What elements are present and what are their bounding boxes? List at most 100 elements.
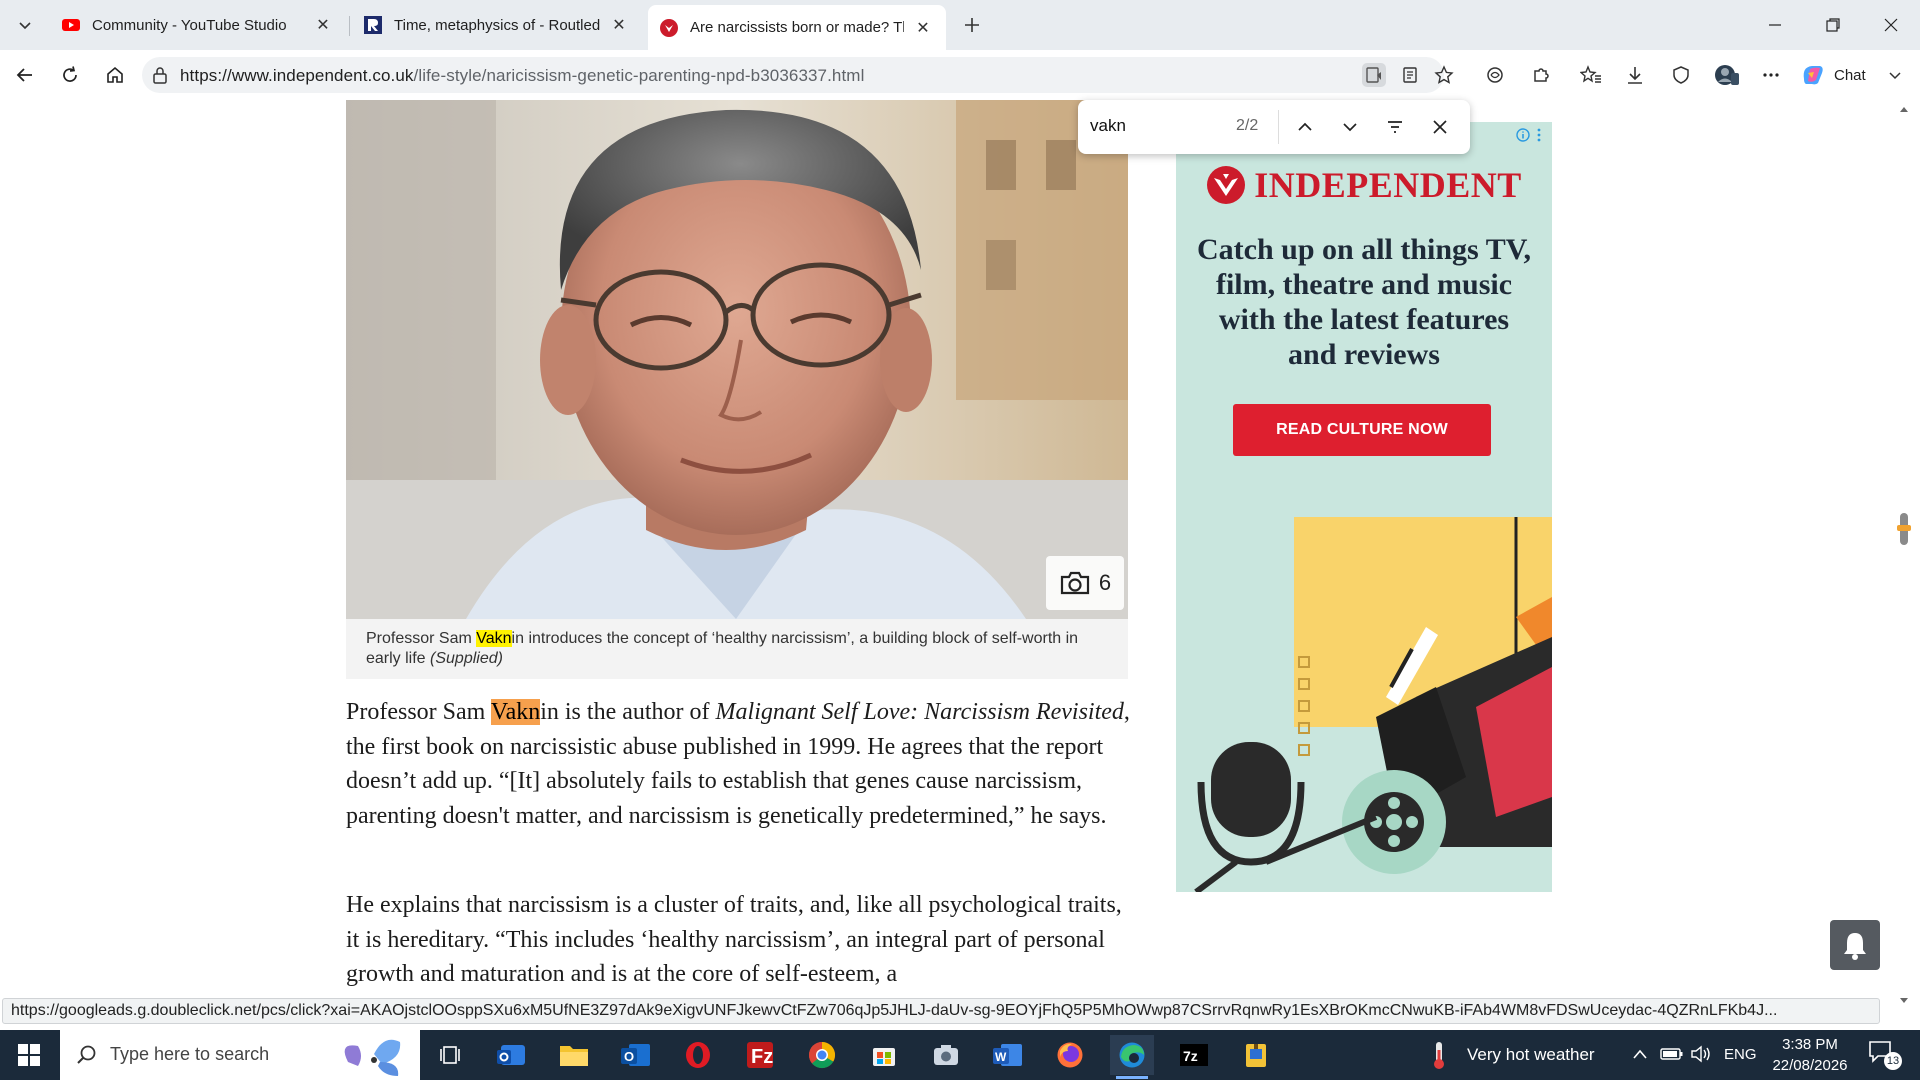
tab-title: Are narcissists born or made? The bbox=[690, 19, 904, 36]
taskbar-microsoft-store[interactable] bbox=[862, 1035, 906, 1075]
taskbar-outlook-new[interactable] bbox=[490, 1035, 534, 1075]
taskbar-edge[interactable] bbox=[1110, 1035, 1154, 1079]
notification-count-badge: 13 bbox=[1884, 1052, 1902, 1070]
system-clock[interactable]: 3:38 PM 22/08/2026 bbox=[1760, 1034, 1860, 1076]
read-aloud-button[interactable] bbox=[1362, 63, 1386, 87]
tab-independent[interactable]: Are narcissists born or made? The ✕ bbox=[648, 5, 946, 50]
chat-label: Chat bbox=[1834, 66, 1866, 84]
new-tab-button[interactable] bbox=[957, 10, 987, 40]
copilot-vision-button[interactable] bbox=[1480, 60, 1510, 90]
youtube-icon bbox=[62, 19, 80, 31]
search-icon bbox=[77, 1045, 96, 1064]
chevron-up-icon bbox=[1298, 122, 1312, 131]
find-on-page-bar: vakn 2/2 bbox=[1078, 100, 1470, 154]
chevron-down-icon bbox=[19, 22, 31, 30]
taskbar-chrome[interactable] bbox=[800, 1035, 844, 1075]
article-paragraph-1: Professor Sam Vaknin is the author of Ma… bbox=[346, 695, 1136, 833]
close-window-button[interactable] bbox=[1868, 0, 1914, 50]
read-culture-now-button[interactable]: READ CULTURE NOW bbox=[1233, 404, 1491, 456]
tab-routledge[interactable]: Time, metaphysics of - Routledge E ✕ bbox=[352, 7, 642, 43]
taskbar-7zip[interactable]: 7z bbox=[1172, 1035, 1216, 1075]
next-match-button[interactable] bbox=[1335, 112, 1365, 142]
restore-button[interactable] bbox=[1810, 0, 1856, 50]
chevron-up-icon[interactable] bbox=[1632, 1048, 1648, 1060]
svg-text:O: O bbox=[624, 1049, 634, 1064]
ad-choices[interactable] bbox=[1516, 128, 1542, 142]
refresh-icon bbox=[63, 66, 77, 82]
minimize-button[interactable] bbox=[1752, 0, 1798, 50]
link-status-bar: https://googleads.g.doubleclick.net/pcs/… bbox=[2, 998, 1880, 1024]
ad-brand-name: INDEPENDENT bbox=[1254, 165, 1522, 205]
clock-date: 22/08/2026 bbox=[1772, 1057, 1848, 1074]
chrome-icon bbox=[808, 1041, 836, 1069]
profile-button[interactable] bbox=[1712, 60, 1742, 90]
taskbar-search-box[interactable]: Type here to search bbox=[60, 1030, 420, 1080]
taskbar-file-explorer[interactable] bbox=[552, 1035, 596, 1075]
independent-icon bbox=[660, 18, 678, 37]
language-indicator[interactable]: ENG bbox=[1724, 1046, 1757, 1063]
tab-separator bbox=[349, 16, 350, 36]
page-scrollbar[interactable] bbox=[1894, 100, 1914, 1011]
speaker-icon[interactable] bbox=[1690, 1044, 1712, 1064]
task-view-button[interactable] bbox=[428, 1035, 472, 1075]
find-match-count: 2/2 bbox=[1236, 117, 1259, 134]
battery-icon[interactable] bbox=[1660, 1046, 1684, 1062]
more-vertical-icon bbox=[1537, 128, 1541, 142]
task-view-icon bbox=[440, 1046, 460, 1064]
settings-more-button[interactable] bbox=[1756, 60, 1786, 90]
taskbar-word[interactable]: W bbox=[986, 1035, 1030, 1075]
ad-headline: Catch up on all things TV, film, theatre… bbox=[1196, 233, 1531, 371]
book-title: Malignant Self Love: Narcissism Revisite… bbox=[715, 699, 1124, 725]
reload-button[interactable] bbox=[55, 60, 85, 90]
start-button[interactable] bbox=[0, 1030, 58, 1080]
lock-icon[interactable] bbox=[152, 66, 168, 84]
copilot-chat-button[interactable]: Chat bbox=[1800, 60, 1902, 90]
photo-count: 6 bbox=[1098, 570, 1112, 595]
close-find-button[interactable] bbox=[1425, 112, 1455, 142]
tab-list-button[interactable] bbox=[10, 10, 40, 40]
article-hero-image[interactable] bbox=[346, 100, 1128, 619]
browser-essentials-button[interactable] bbox=[1666, 60, 1696, 90]
folder-icon bbox=[560, 1046, 588, 1066]
copilot-icon bbox=[1803, 66, 1823, 85]
reader-view-button[interactable] bbox=[1398, 63, 1422, 87]
read-aloud-icon bbox=[1366, 67, 1381, 83]
scroll-up-icon[interactable] bbox=[1900, 107, 1908, 112]
taskbar-firefox[interactable] bbox=[1048, 1035, 1092, 1075]
previous-match-button[interactable] bbox=[1290, 112, 1320, 142]
caption-text-start: Professor Sam bbox=[366, 630, 477, 647]
close-tab-icon[interactable]: ✕ bbox=[912, 17, 934, 39]
favorite-star-button[interactable] bbox=[1432, 63, 1456, 87]
back-button[interactable] bbox=[10, 60, 40, 90]
photo-gallery-button[interactable]: 6 bbox=[1046, 556, 1124, 610]
taskbar-outlook[interactable]: O bbox=[614, 1035, 658, 1075]
downloads-button[interactable] bbox=[1620, 60, 1650, 90]
taskbar-filezilla[interactable]: Fz bbox=[738, 1035, 782, 1075]
notification-center-button[interactable]: 13 bbox=[1868, 1040, 1908, 1070]
advertisement[interactable]: INDEPENDENT Catch up on all things TV, f… bbox=[1176, 122, 1552, 892]
taskbar-opera[interactable] bbox=[676, 1035, 720, 1075]
address-bar[interactable]: https://www.independent.co.uk/life-style… bbox=[142, 57, 1454, 93]
close-tab-icon[interactable]: ✕ bbox=[608, 14, 630, 36]
portrait-photo bbox=[346, 100, 1128, 619]
notifications-button[interactable] bbox=[1830, 920, 1880, 970]
extensions-button[interactable] bbox=[1526, 60, 1556, 90]
search-highlight-butterfly-icon bbox=[344, 1039, 401, 1076]
clock-time: 3:38 PM bbox=[1782, 1036, 1838, 1053]
find-options-button[interactable] bbox=[1380, 112, 1410, 142]
close-tab-icon[interactable]: ✕ bbox=[312, 14, 334, 36]
edge-icon bbox=[1119, 1042, 1145, 1068]
taskbar-camera[interactable] bbox=[924, 1035, 968, 1075]
find-input[interactable]: vakn bbox=[1090, 116, 1126, 136]
scroll-down-icon[interactable] bbox=[1900, 998, 1908, 1003]
favorites-button[interactable] bbox=[1576, 60, 1606, 90]
tab-youtube-studio[interactable]: Community - YouTube Studio ✕ bbox=[50, 7, 346, 43]
independent-logo: INDEPENDENT bbox=[1176, 164, 1552, 206]
windows-taskbar: Type here to search O Fz W 7z Very hot w… bbox=[0, 1030, 1920, 1080]
weather-widget[interactable]: Very hot weather bbox=[1467, 1045, 1595, 1065]
taskbar-archive-app[interactable] bbox=[1234, 1035, 1278, 1075]
home-button[interactable] bbox=[100, 60, 130, 90]
restore-icon bbox=[1826, 18, 1840, 32]
url-text[interactable]: https://www.independent.co.uk/life-style… bbox=[180, 66, 864, 86]
plus-icon bbox=[965, 18, 979, 32]
